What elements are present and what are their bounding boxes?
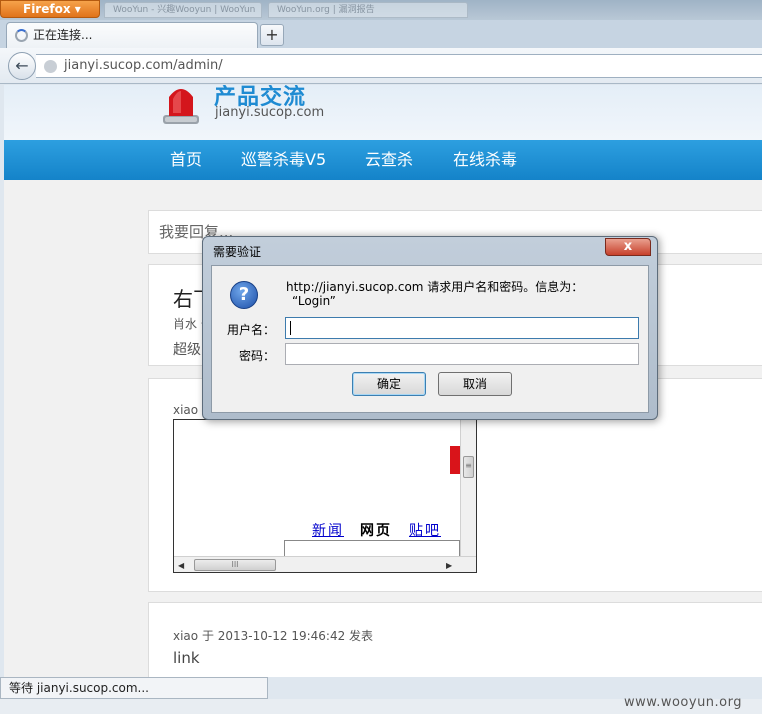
nav-item-home[interactable]: 首页 [170,140,202,180]
scroll-left-icon[interactable]: ◀ [178,561,184,570]
post-body: link [173,649,200,667]
background-tab[interactable]: WooYun.org | 漏洞报告 [268,2,468,18]
frame-search-input[interactable] [284,540,460,556]
frame-link-tieba[interactable]: 贴吧 [409,520,441,540]
main-nav: 首页 巡警杀毒V5 云查杀 在线杀毒 [4,140,762,180]
browser-titlebar: Firefox ▾ WooYun - 兴趣Wooyun | WooYun Woo… [0,0,762,20]
auth-dialog: 需要验证 x ? http://jianyi.sucop.com 请求用户名和密… [202,236,658,420]
iframe-vertical-scrollbar[interactable]: ≡ [460,420,476,556]
siren-logo-icon [163,89,199,124]
watermark: www.wooyun.org [624,695,743,710]
site-subtitle: jianyi.sucop.com [215,105,325,120]
status-bar: 等待 jianyi.sucop.com... [0,677,268,699]
dialog-realm: “Login” [292,294,336,308]
scrollbar-thumb[interactable]: III [194,559,276,571]
close-button[interactable]: x [605,238,651,256]
tab-strip: 正在连接... + [0,20,762,48]
post-meta: xiao 于 2013-10-12 19:46:42 发表 [173,629,374,643]
navigation-bar: jianyi.sucop.com/admin/ ← [0,48,762,84]
frame-tab-web[interactable]: 网页 [360,520,392,540]
cancel-button[interactable]: 取消 [438,372,512,396]
url-bar[interactable]: jianyi.sucop.com/admin/ [36,54,762,78]
scroll-right-icon[interactable]: ▶ [446,561,452,570]
tab-title: 正在连接... [33,28,93,42]
scrollbar-thumb[interactable]: ≡ [463,456,474,478]
text-caret [290,321,291,335]
nav-item-antivirus-v5[interactable]: 巡警杀毒V5 [241,140,326,180]
frame-link-news[interactable]: 新闻 [312,520,344,540]
username-field[interactable] [285,317,639,339]
nav-item-cloud-scan[interactable]: 云查杀 [365,140,413,180]
question-icon: ? [230,281,258,309]
background-tab[interactable]: WooYun - 兴趣Wooyun | WooYun [104,2,262,18]
embedded-logo-fragment [450,446,460,474]
post-card: xiao 于 2013-10-12 19:46:42 发表 link [148,602,762,677]
embedded-iframe[interactable]: ≡ 新闻 网页 贴吧 ◀ III ▶ [173,419,477,573]
tab-active[interactable]: 正在连接... [6,22,258,48]
back-arrow-icon: ← [15,56,29,75]
site-identity-icon[interactable] [44,60,57,73]
ok-button[interactable]: 确定 [352,372,426,396]
password-field[interactable] [285,343,639,365]
loading-spinner-icon [15,29,28,42]
close-icon: x [623,239,633,254]
back-button[interactable]: ← [8,52,36,80]
dialog-title: 需要验证 [213,245,262,259]
dialog-body: ? http://jianyi.sucop.com 请求用户名和密码。信息为： … [211,265,649,413]
new-tab-button[interactable]: + [260,24,284,46]
dialog-message: http://jianyi.sucop.com 请求用户名和密码。信息为： [286,280,584,294]
url-text: jianyi.sucop.com/admin/ [64,58,223,73]
post-body: 超级 [173,342,201,358]
firefox-menu-button[interactable]: Firefox ▾ [0,0,100,18]
password-label: 密码： [239,349,276,363]
iframe-horizontal-scrollbar[interactable]: ◀ III ▶ [174,556,476,572]
username-label: 用户名： [227,323,276,337]
site-header: 产品交流 jianyi.sucop.com [4,85,762,140]
nav-item-online-scan[interactable]: 在线杀毒 [453,140,517,180]
